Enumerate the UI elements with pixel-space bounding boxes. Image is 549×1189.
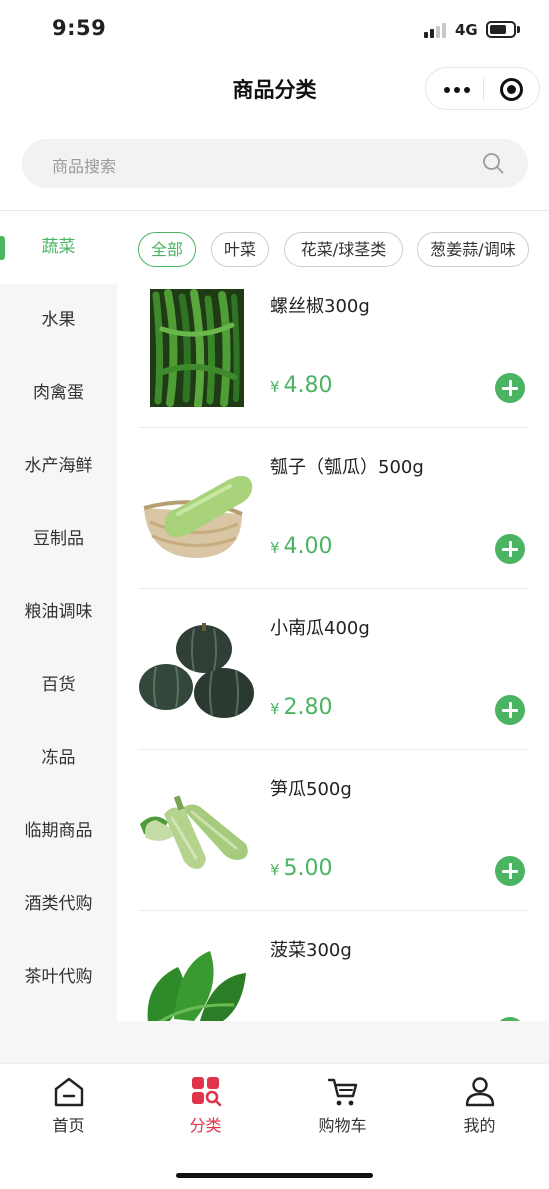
product-name: 菠菜300g — [270, 940, 352, 961]
subcategory-chips: 全部 叶菜 花菜/球茎类 葱姜蒜/调味 — [117, 211, 549, 287]
battery-icon — [486, 21, 516, 38]
product-price: ¥5.00 — [270, 856, 333, 881]
home-icon — [54, 1077, 84, 1107]
add-to-cart-button[interactable] — [495, 534, 525, 564]
tab-home[interactable]: 首页 — [0, 1076, 137, 1138]
tab-profile[interactable]: 我的 — [411, 1076, 548, 1138]
add-to-cart-button[interactable] — [495, 856, 525, 886]
search-icon — [483, 153, 504, 174]
sidebar-item-fruit[interactable]: 水果 — [0, 284, 117, 357]
home-indicator — [176, 1173, 373, 1178]
add-to-cart-button[interactable] — [495, 373, 525, 403]
product-item[interactable]: 菠菜300g ¥ — [138, 931, 528, 1021]
product-price: ¥2.80 — [270, 695, 333, 720]
sidebar-item-general-goods[interactable]: 百货 — [0, 649, 117, 722]
sidebar-item-tea[interactable]: 茶叶代购 — [0, 941, 117, 1014]
tab-cart[interactable]: 购物车 — [274, 1076, 411, 1138]
chip-onion-ginger-garlic[interactable]: 葱姜蒜/调味 — [417, 232, 529, 267]
chip-flower-bulb-vegetables[interactable]: 花菜/球茎类 — [284, 232, 403, 267]
product-name: 笋瓜500g — [270, 779, 352, 800]
chip-all[interactable]: 全部 — [138, 232, 196, 267]
status-time: 9:59 — [52, 16, 107, 40]
search-input[interactable]: 商品搜索 — [22, 139, 528, 188]
sidebar-item-liquor[interactable]: 酒类代购 — [0, 868, 117, 941]
sidebar-item-seafood[interactable]: 水产海鲜 — [0, 430, 117, 503]
miniprogram-capsule — [425, 67, 540, 110]
tab-bar: 首页 分类 购物车 我的 — [0, 1063, 549, 1189]
status-bar: 9:59 4G — [0, 0, 549, 58]
sidebar-item-meat-poultry-eggs[interactable]: 肉禽蛋 — [0, 357, 117, 430]
sidebar-item-vegetables[interactable]: 蔬菜 — [0, 211, 117, 284]
product-price: ¥4.00 — [270, 534, 333, 559]
product-item[interactable]: 瓠子（瓠瓜）500g ¥4.00 — [138, 448, 528, 608]
signal-icon — [424, 22, 448, 38]
category-icon — [192, 1077, 222, 1107]
product-list: 螺丝椒300g ¥4.80 瓠子（瓠瓜）500g ¥4.00 小南瓜400g ¥… — [117, 287, 549, 1021]
product-price: ¥4.80 — [270, 373, 333, 398]
product-name: 螺丝椒300g — [270, 296, 370, 317]
product-image-zucchini — [138, 772, 254, 890]
category-sidebar: 蔬菜 水果 肉禽蛋 水产海鲜 豆制品 粮油调味 百货 冻品 临期商品 酒类代购 … — [0, 211, 117, 1021]
product-item[interactable]: 小南瓜400g ¥2.80 — [138, 609, 528, 769]
close-miniprogram-icon[interactable] — [500, 78, 523, 101]
cart-icon — [327, 1078, 358, 1106]
sidebar-item-near-expiry[interactable]: 临期商品 — [0, 795, 117, 868]
tab-category[interactable]: 分类 — [137, 1076, 274, 1138]
sidebar-item-frozen[interactable]: 冻品 — [0, 722, 117, 795]
active-indicator — [0, 236, 5, 260]
product-item[interactable]: 螺丝椒300g ¥4.80 — [138, 287, 528, 447]
product-name: 瓠子（瓠瓜）500g — [270, 457, 424, 478]
sidebar-item-grain-oil-seasoning[interactable]: 粮油调味 — [0, 576, 117, 649]
product-name: 小南瓜400g — [270, 618, 370, 639]
product-image-small-pumpkins — [138, 611, 254, 729]
product-image-gourd-in-basket — [138, 450, 254, 568]
search-placeholder: 商品搜索 — [52, 157, 117, 176]
profile-icon — [465, 1077, 495, 1107]
navbar: 商品分类 — [0, 58, 549, 120]
chip-leafy-vegetables[interactable]: 叶菜 — [211, 232, 269, 267]
more-icon[interactable] — [444, 87, 470, 93]
product-item[interactable]: 笋瓜500g ¥5.00 — [138, 770, 528, 930]
product-image-green-peppers — [150, 289, 244, 407]
sidebar-item-soy-products[interactable]: 豆制品 — [0, 503, 117, 576]
add-to-cart-button[interactable] — [495, 695, 525, 725]
product-image-spinach — [138, 933, 254, 1021]
network-label: 4G — [455, 21, 478, 39]
